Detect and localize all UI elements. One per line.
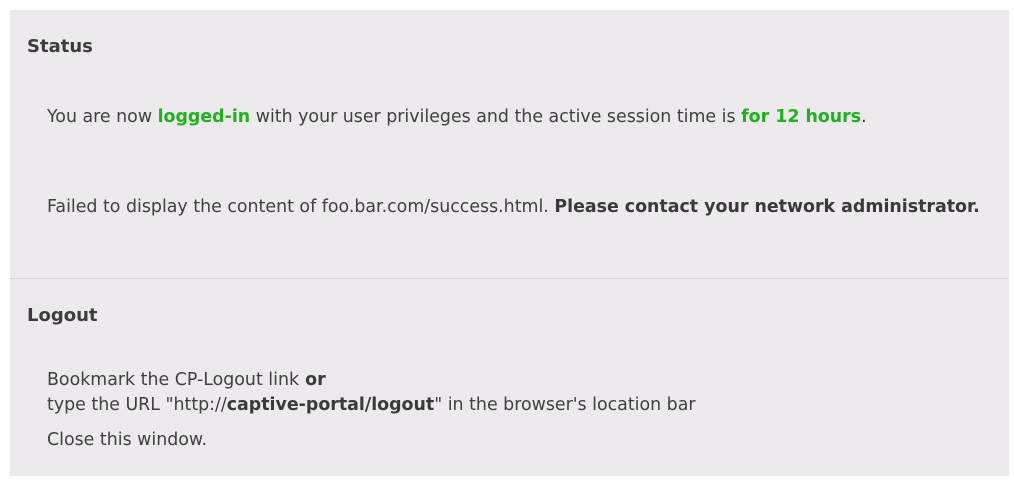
- cp-logout-link[interactable]: CP-Logout link: [175, 370, 299, 390]
- login-message: You are now logged-in with your user pri…: [47, 105, 997, 130]
- url-line-pre: type the URL "http://: [47, 395, 227, 415]
- captive-portal-panel: Status You are now logged-in with your u…: [10, 10, 1009, 476]
- bookmark-pre: Bookmark the: [47, 370, 175, 390]
- status-heading: Status: [27, 36, 93, 57]
- error-message-emphasis: Please contact your network administrato…: [554, 197, 980, 217]
- error-message-text: Failed to display the content of foo.bar…: [47, 197, 555, 217]
- bookmark-conj: or: [299, 370, 326, 390]
- error-message: Failed to display the content of foo.bar…: [47, 195, 997, 220]
- logout-section: Logout Bookmark the CP-Logout link or ty…: [10, 279, 1009, 476]
- logout-url-line: type the URL "http://captive-portal/logo…: [47, 393, 696, 418]
- login-message-mid: with your user privileges and the active…: [250, 107, 742, 127]
- logout-url: captive-portal/logout: [226, 395, 435, 415]
- url-line-post: " in the browser's location bar: [434, 395, 696, 415]
- login-message-pre: You are now: [47, 107, 158, 127]
- login-state: logged-in: [157, 107, 251, 127]
- login-message-post: .: [861, 107, 867, 127]
- status-section: Status You are now logged-in with your u…: [10, 10, 1009, 278]
- bookmark-line: Bookmark the CP-Logout link or: [47, 368, 326, 393]
- session-duration: for 12 hours: [741, 107, 862, 127]
- logout-heading: Logout: [27, 305, 98, 326]
- close-window-link[interactable]: Close this window.: [47, 428, 207, 453]
